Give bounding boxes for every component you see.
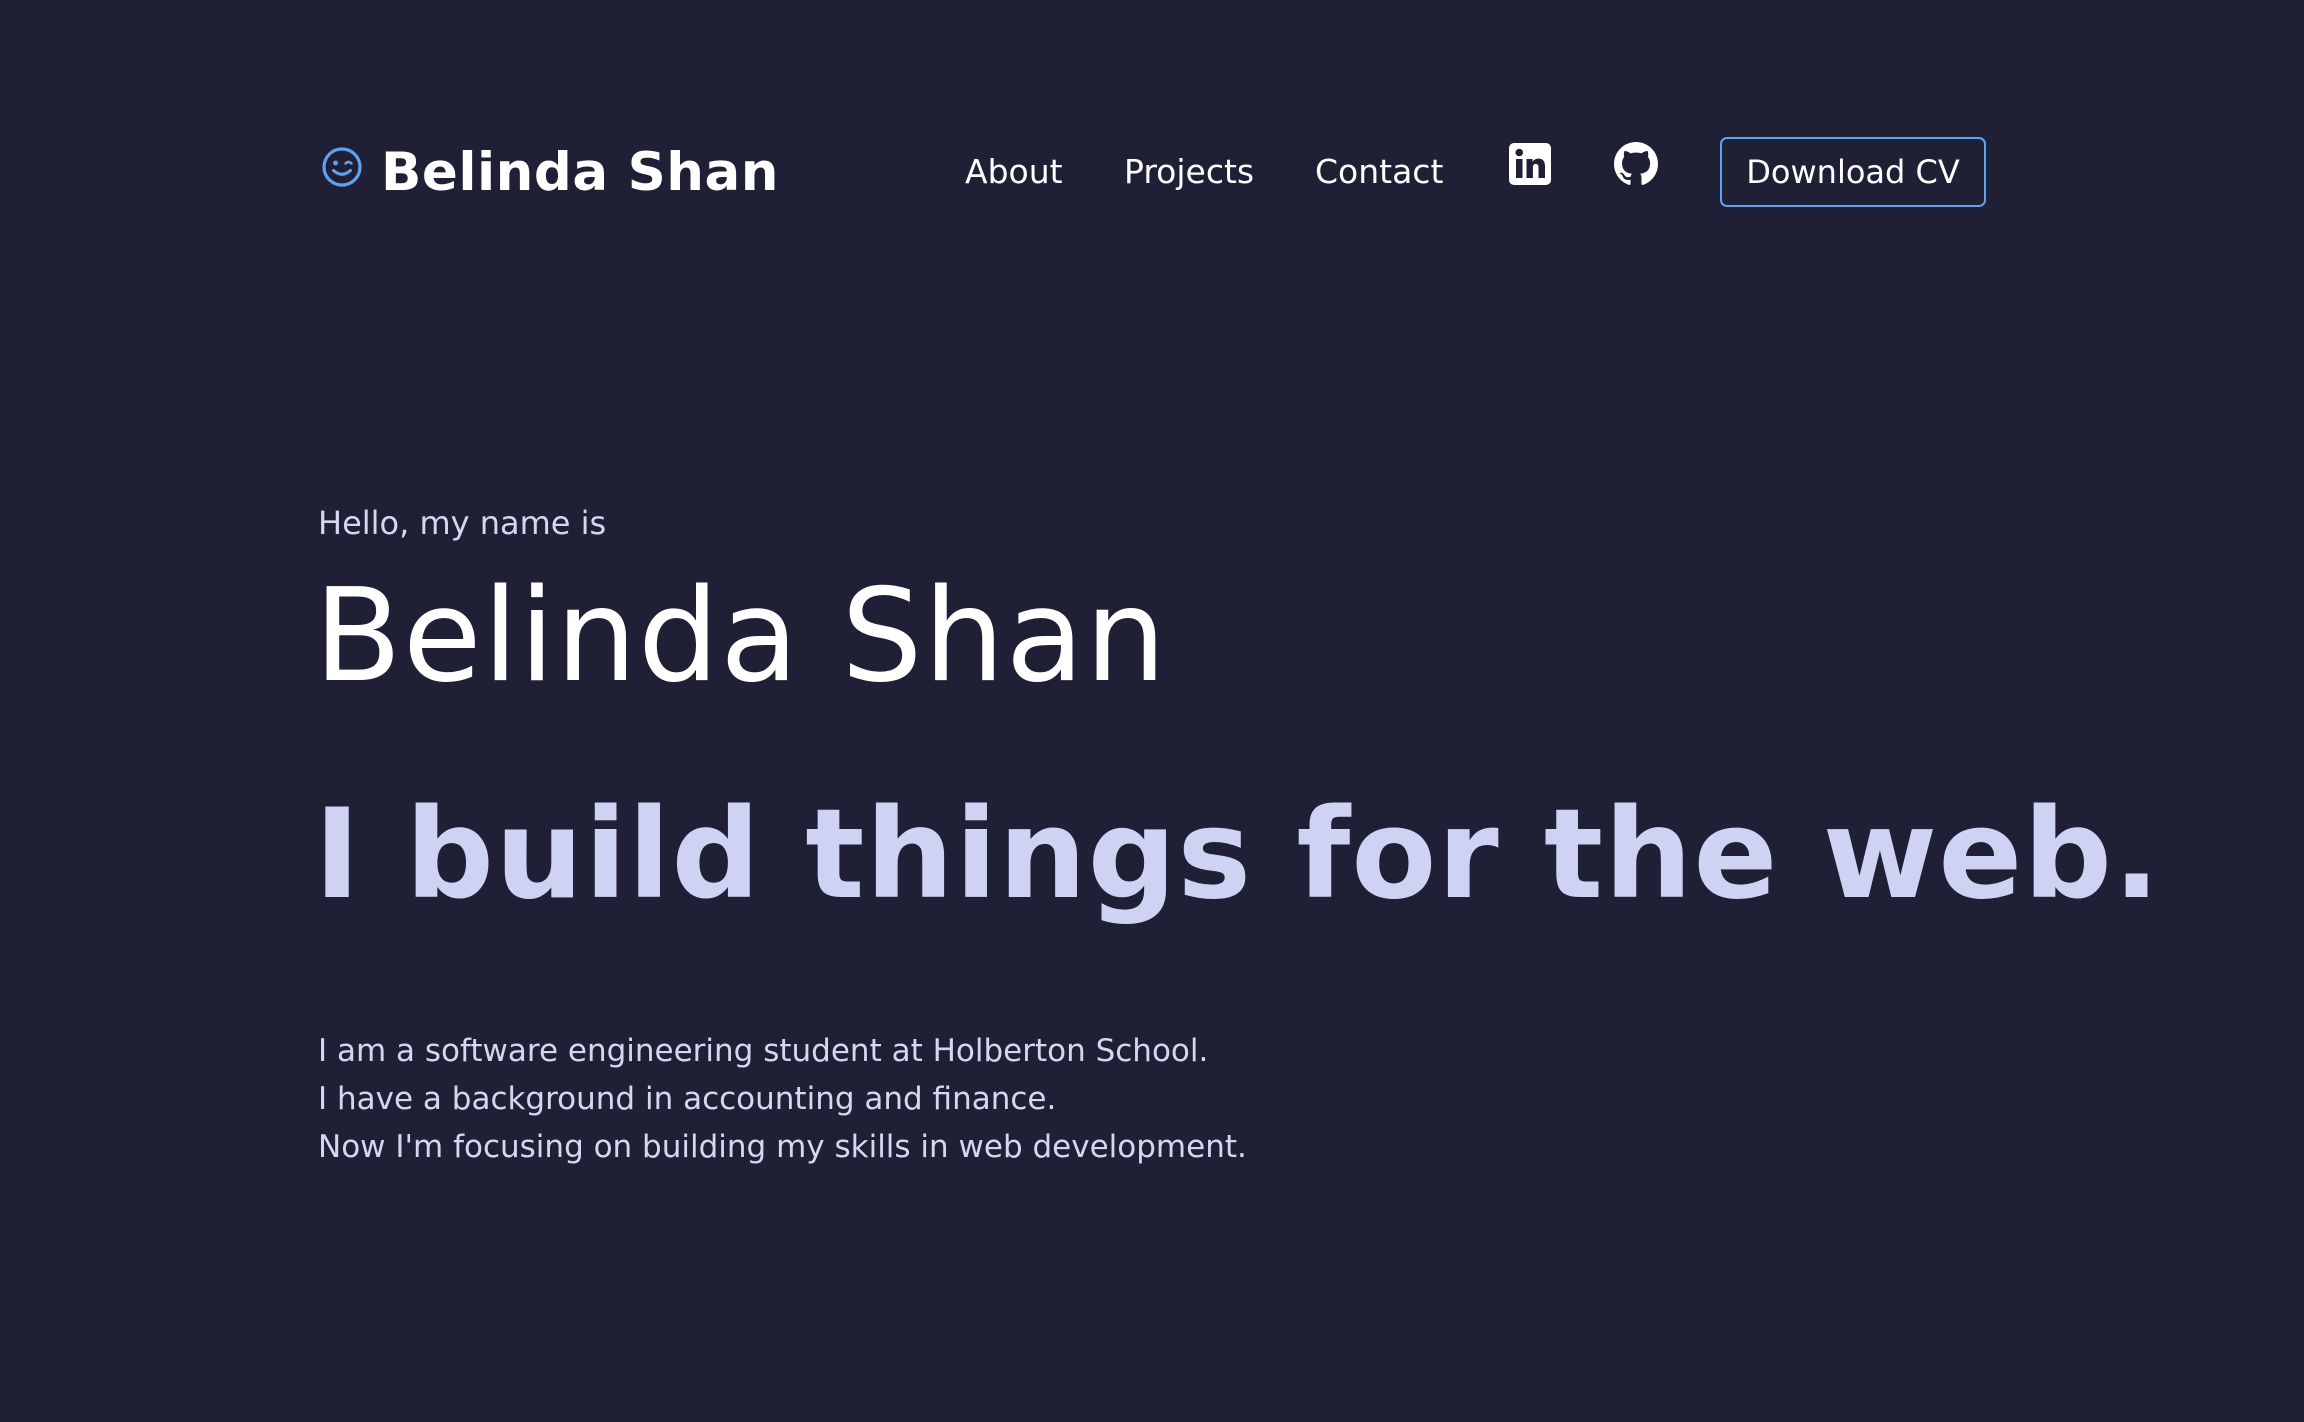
nav-link-projects[interactable]: Projects (1124, 136, 1254, 208)
hero-tagline: I build things for the web. (314, 783, 2162, 927)
download-cv-button[interactable]: Download CV (1720, 137, 1986, 207)
bio-line: I have a background in accounting and fi… (318, 1081, 1057, 1117)
site-header: Belinda Shan About Projects Contact Down… (0, 0, 2304, 260)
hero-greeting: Hello, my name is (318, 504, 607, 542)
nav-link-contact[interactable]: Contact (1315, 136, 1443, 208)
bio-line: I am a software engineering student at H… (318, 1033, 1209, 1069)
github-icon[interactable] (1614, 142, 1658, 186)
hero-bio: I am a software engineering student at H… (318, 1027, 1247, 1171)
bio-line: Now I'm focusing on building my skills i… (318, 1129, 1247, 1165)
hero-name: Belinda Shan (314, 562, 1168, 711)
linkedin-icon[interactable] (1508, 142, 1552, 186)
nav-link-about[interactable]: About (965, 136, 1063, 208)
